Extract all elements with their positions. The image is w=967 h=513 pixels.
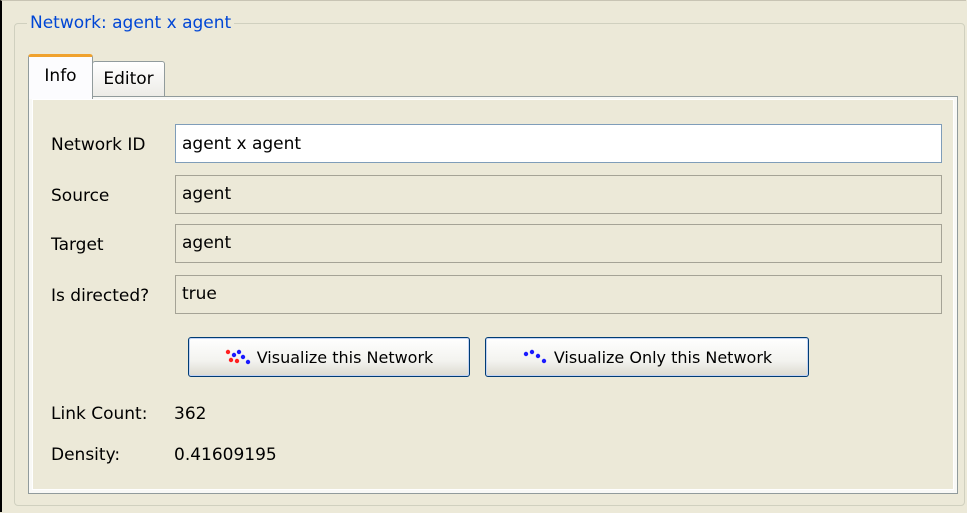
network-blue-icon — [523, 349, 547, 364]
source-field: agent — [175, 175, 942, 214]
link-count-value: 362 — [174, 404, 207, 424]
density-value: 0.41609195 — [174, 445, 277, 465]
target-field: agent — [175, 224, 942, 263]
source-label: Source — [51, 186, 110, 206]
network-id-input[interactable] — [175, 124, 942, 163]
visualize-network-label: Visualize this Network — [256, 347, 434, 367]
is-directed-field: true — [175, 275, 942, 314]
tab-editor[interactable]: Editor — [92, 61, 165, 97]
visualize-only-network-label: Visualize Only this Network — [553, 347, 773, 367]
tab-info[interactable]: Info — [28, 54, 93, 99]
density-label: Density: — [51, 445, 121, 465]
is-directed-label: Is directed? — [51, 286, 150, 306]
network-id-label: Network ID — [51, 135, 146, 155]
target-label: Target — [51, 235, 104, 255]
visualize-only-network-button[interactable]: Visualize Only this Network — [485, 337, 809, 377]
group-title: Network: agent x agent — [27, 12, 235, 34]
link-count-label: Link Count: — [51, 404, 148, 424]
visualize-network-button[interactable]: Visualize this Network — [188, 337, 470, 377]
network-multicolor-icon — [225, 349, 250, 365]
